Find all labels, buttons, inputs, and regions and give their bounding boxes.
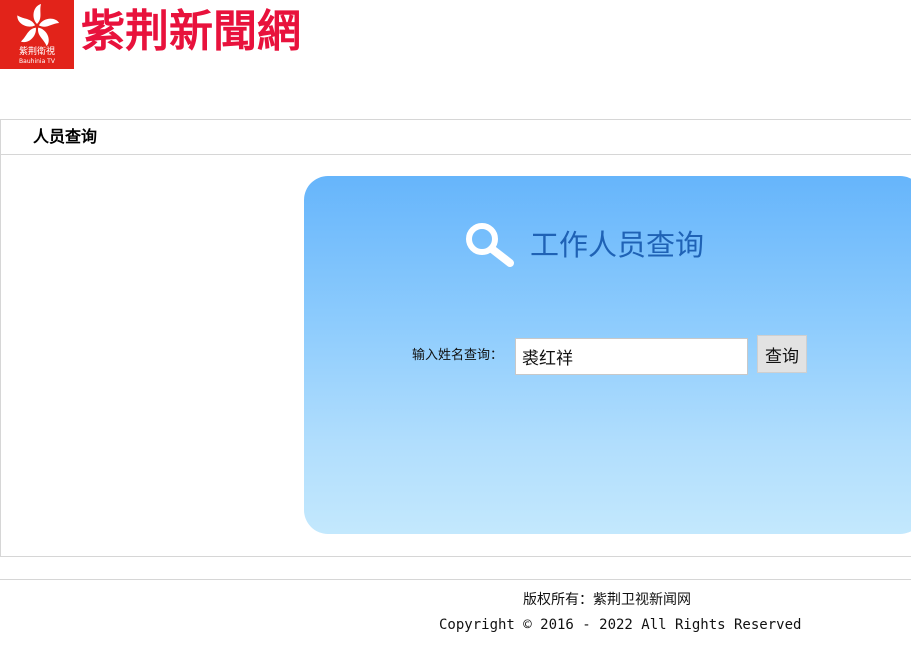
search-label: 输入姓名查询：	[412, 348, 504, 363]
bauhinia-logo-badge[interactable]: 紫荆衛視 Bauhinia TV	[0, 0, 74, 69]
footer-copyright: Copyright © 2016 - 2022 All Rights Reser…	[439, 617, 802, 633]
panel-heading: 工作人员查询	[462, 220, 704, 270]
name-search-input[interactable]	[515, 337, 749, 375]
badge-subtext: Bauhinia TV	[19, 58, 55, 65]
page: 紫荆衛視 Bauhinia TV 紫荆新聞網 人员查询 工作人员查询 输入姓名查…	[0, 0, 911, 655]
search-icon	[466, 223, 514, 267]
section-header: 人员查询	[0, 119, 911, 155]
badge-text: 紫荆衛視	[18, 47, 55, 57]
footer-rights: 版权所有：紫荆卫视新闻网	[523, 592, 691, 608]
bauhinia-flower-icon	[17, 4, 60, 47]
search-panel: 工作人员查询 输入姓名查询： 查询	[304, 176, 911, 534]
panel-title: 工作人员查询	[530, 228, 705, 262]
search-button[interactable]: 查询	[757, 335, 808, 373]
search-row: 输入姓名查询： 查询	[412, 335, 808, 376]
footer-divider	[0, 579, 911, 580]
section-title: 人员查询	[33, 127, 98, 146]
site-title[interactable]: 紫荆新聞網	[81, 5, 301, 59]
